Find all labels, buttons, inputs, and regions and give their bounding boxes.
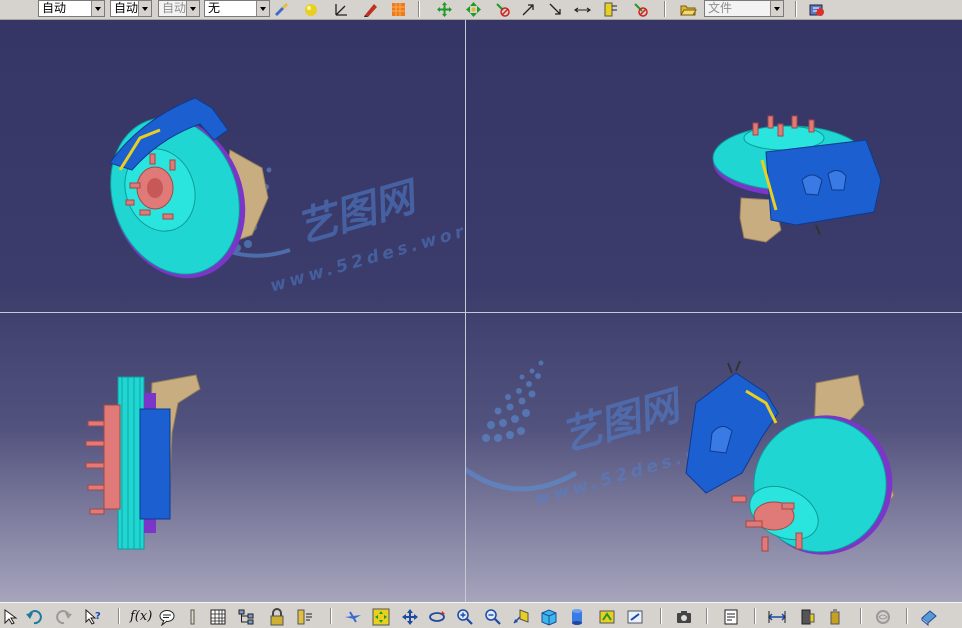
line-weight-combo[interactable]: 自动 [110,0,152,17]
brake-assembly-model[interactable] [712,115,882,243]
chevron-down-icon[interactable] [138,1,151,16]
point-style-value: 自动 [162,1,187,15]
viewport-top-left[interactable]: 艺图网 www.52des.work [0,20,465,312]
viewport-bottom-right[interactable]: 艺图网 www.52des.work [466,313,962,602]
print-list-icon[interactable] [722,608,740,626]
table-grid-icon[interactable] [209,608,227,626]
viewport-vertical-splitter[interactable] [465,20,466,602]
brake-assembly-model[interactable] [85,374,201,550]
knowledge-book-icon[interactable] [920,608,938,626]
measure-item-icon[interactable] [798,608,816,626]
toolbar-separator [906,608,908,624]
redo-icon[interactable] [55,608,73,626]
toolbar-separator [754,608,756,624]
arrow-up-right-icon[interactable] [520,1,537,18]
measure-between-icon[interactable] [768,608,786,626]
rotate-move-icon[interactable] [465,1,482,18]
arrow-down-right-icon[interactable] [547,1,564,18]
toolbar-separator [795,1,797,17]
toolbar-separator [664,1,666,17]
lock-icon[interactable] [268,608,286,626]
file-combo[interactable]: 文件 [704,0,784,17]
line-weight-value: 自动 [114,1,139,15]
axis-system-icon[interactable] [333,1,350,18]
swap-visible-space-icon[interactable] [626,608,644,626]
catalog-browser-icon[interactable] [808,1,825,18]
viewport-bottom-left[interactable] [0,313,465,602]
line-type-combo[interactable]: 自动 [38,0,105,17]
design-table-icon[interactable] [183,608,201,626]
layer-combo[interactable]: 无 [204,0,270,17]
zoom-in-icon[interactable] [456,608,474,626]
zoom-out-icon[interactable] [484,608,502,626]
fly-mode-icon[interactable] [344,608,362,626]
tape-measure-icon[interactable] [602,1,619,18]
top-toolbar: 自动 自动 自动 无 文件 [0,0,962,20]
file-combo-value: 文件 [708,1,733,15]
comment-bubble-icon[interactable] [158,608,176,626]
parameter-list-icon[interactable] [296,608,314,626]
viewport-horizontal-splitter[interactable] [0,312,962,313]
line-type-value: 自动 [42,1,67,15]
no-snap-icon[interactable] [494,1,511,18]
iso-view-cube-icon[interactable] [540,608,558,626]
brake-assembly-model[interactable] [89,97,269,297]
toolbar-separator [860,608,862,624]
chevron-down-icon[interactable] [256,1,269,16]
measure-pen-icon[interactable] [362,1,379,18]
watermark-logo-text: 艺图网 [556,382,690,461]
svg-text:?: ? [95,611,101,622]
open-folder-icon[interactable] [680,1,697,18]
paint-brush-icon[interactable] [273,1,290,18]
toolbar-separator [706,608,708,624]
3d-viewport[interactable]: 艺图网 www.52des.work 艺图网 www.52des.work [0,20,962,602]
chevron-down-icon[interactable] [770,1,783,16]
measure-inertia-icon[interactable] [826,608,844,626]
fit-all-icon[interactable] [372,608,390,626]
grid-color-icon[interactable] [390,1,407,18]
brake-assembly-model[interactable] [685,360,915,577]
chevron-down-icon[interactable] [91,1,104,16]
pan-icon[interactable] [401,608,419,626]
measure-disable-icon[interactable] [632,1,649,18]
material-sphere-icon[interactable] [302,1,319,18]
dimension-line-icon[interactable] [574,1,591,18]
toolbar-separator [330,608,332,624]
toolbar-separator [118,608,120,624]
capture-camera-icon[interactable] [675,608,693,626]
rotate-icon[interactable] [428,608,446,626]
toolbar-separator [418,1,420,17]
hide-show-icon[interactable] [598,608,616,626]
chevron-down-icon[interactable] [186,1,199,16]
tree-structure-icon[interactable] [237,608,255,626]
point-style-combo[interactable]: 自动 [158,0,200,17]
whats-this-help-icon[interactable]: ? [84,608,102,626]
toolbar-separator [660,608,662,624]
pan-move-icon[interactable] [436,1,453,18]
formula-fx-icon[interactable]: f(x) [130,608,152,626]
select-arrow-icon[interactable] [2,608,20,626]
viewport-top-right[interactable] [466,20,962,312]
undo-icon[interactable] [25,608,43,626]
shading-cylinder-icon[interactable] [568,608,586,626]
normal-view-icon[interactable] [512,608,530,626]
update-cycle-icon[interactable] [874,608,892,626]
layer-value: 无 [208,1,221,15]
bottom-toolbar: ? f(x) [0,602,962,628]
